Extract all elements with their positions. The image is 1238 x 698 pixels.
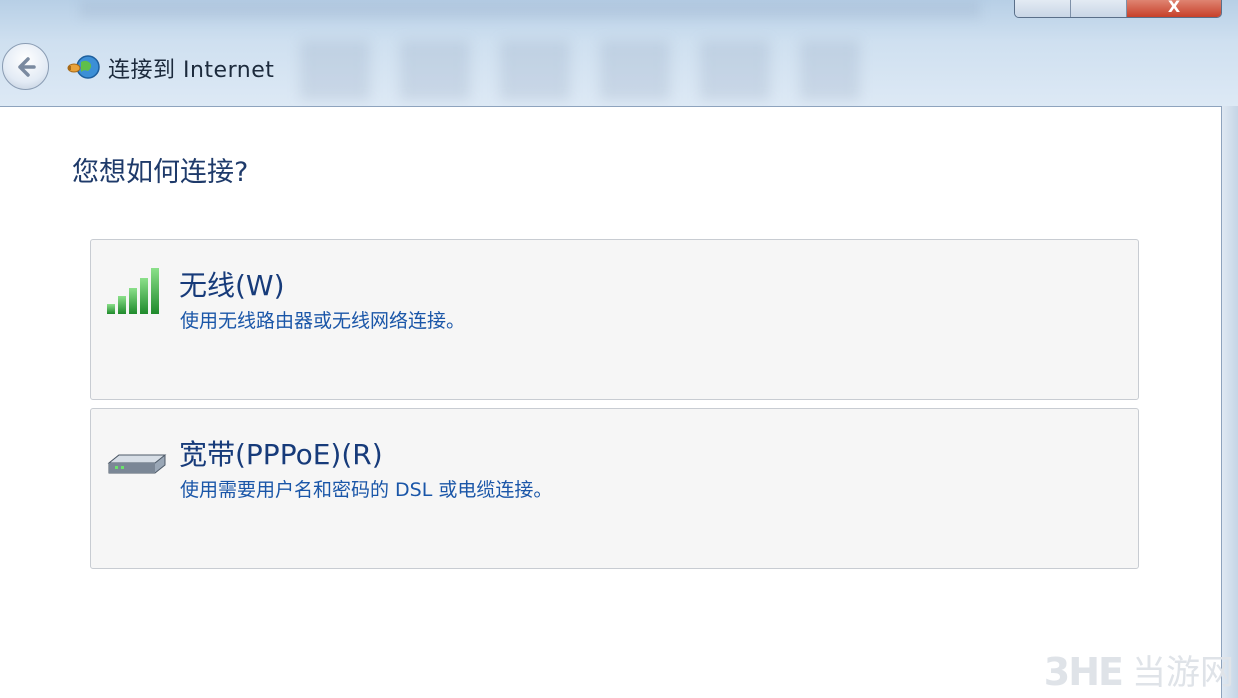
wireless-option-description: 使用无线路由器或无线网络连接。: [180, 310, 466, 332]
back-arrow-icon: [17, 56, 36, 77]
network-globe-icon: [67, 55, 100, 79]
window-controls: X: [1014, 0, 1222, 18]
broadband-option-title: 宽带(PPPoE)(R): [179, 438, 383, 471]
page-question: 您想如何连接?: [72, 157, 249, 188]
minimize-button[interactable]: [1015, 0, 1071, 17]
watermark-logo: 3HE: [1043, 650, 1124, 694]
wireless-option[interactable]: 无线(W) 使用无线路由器或无线网络连接。: [90, 239, 1139, 400]
connect-internet-window: X 连接到 Internet 您想如何连接? 无线(W) 使用无线路由器或无线网…: [0, 0, 1238, 698]
broadband-option[interactable]: 宽带(PPPoE)(R) 使用需要用户名和密码的 DSL 或电缆连接。: [90, 408, 1139, 569]
close-button[interactable]: X: [1127, 0, 1221, 17]
title-bar: X 连接到 Internet: [0, 0, 1238, 106]
content-area: [0, 106, 1222, 698]
watermark-text: 当游网: [1132, 653, 1234, 693]
modem-icon: [107, 454, 167, 474]
wireless-signal-icon: [107, 268, 159, 314]
window-title: 连接到 Internet: [108, 58, 275, 83]
watermark: 3HE 当游网: [1044, 645, 1234, 694]
window-edge: [1222, 106, 1238, 698]
broadband-option-description: 使用需要用户名和密码的 DSL 或电缆连接。: [180, 479, 553, 501]
wireless-option-title: 无线(W): [179, 269, 285, 302]
maximize-button[interactable]: [1071, 0, 1127, 17]
back-button[interactable]: [2, 43, 49, 90]
